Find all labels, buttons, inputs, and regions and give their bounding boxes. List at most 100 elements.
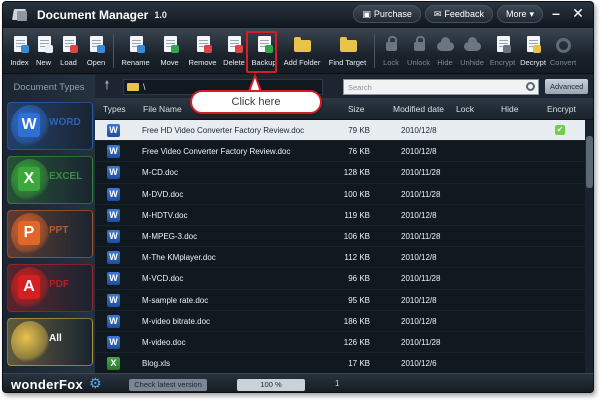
search-input[interactable]: Search	[343, 78, 539, 95]
word-icon: W	[11, 105, 49, 147]
table-row[interactable]: W M-sample rate.doc 95 KB 2010/12/8	[95, 290, 585, 311]
table-row[interactable]: W M-CD.doc 128 KB 2010/11/28	[95, 162, 585, 184]
progress-bar: 100 %	[237, 379, 305, 391]
feedback-label: Feedback	[444, 9, 484, 19]
word-file-icon: W	[107, 208, 120, 222]
backup-button[interactable]: Backup	[246, 28, 280, 73]
index-button[interactable]: Index	[7, 28, 32, 72]
table-row[interactable]: W Free HD Video Converter Factory Review.…	[95, 120, 585, 142]
file-modified-date: 2010/12/6	[401, 359, 437, 369]
table-row[interactable]: W Free Video Converter Factory Review.doc…	[95, 141, 585, 163]
scrollbar-thumb[interactable]	[586, 136, 593, 188]
file-modified-date: 2010/12/8	[401, 253, 437, 263]
lock-button[interactable]: Lock	[378, 28, 404, 72]
ppt-icon: P	[11, 213, 49, 255]
table-row[interactable]: W M-video.doc 126 KB 2010/11/28	[95, 332, 585, 354]
column-modified-date[interactable]: Modified date	[393, 104, 444, 114]
column-lock[interactable]: Lock	[456, 104, 474, 114]
file-modified-date: 2010/11/28	[401, 231, 441, 241]
convert-icon	[554, 35, 572, 55]
add-folder-button[interactable]: Add Folder	[280, 28, 324, 72]
move-button[interactable]: Move	[154, 28, 185, 72]
category-pdf[interactable]: A PDF	[5, 261, 93, 315]
file-name: M-The KMplayer.doc	[142, 253, 216, 263]
file-size: 100 KB	[343, 189, 370, 199]
file-name: Blog.xls	[142, 359, 171, 369]
feedback-icon: ✉	[433, 8, 442, 19]
file-modified-date: 2010/11/28	[401, 337, 441, 347]
unlock-icon	[410, 35, 428, 55]
column-types[interactable]: Types	[103, 104, 126, 114]
file-name: M-HDTV.doc	[142, 210, 188, 220]
word-file-icon: W	[107, 187, 120, 201]
table-row[interactable]: W M-DVD.doc 100 KB 2010/11/28	[95, 184, 585, 205]
category-all[interactable]: All	[5, 315, 93, 369]
check-latest-version-button[interactable]: Check latest version	[129, 379, 207, 391]
decrypt-button[interactable]: Decrypt	[518, 28, 548, 72]
close-button[interactable]: ✕	[569, 5, 587, 23]
status-bar: wonderFox ⚙ Check latest version 100 % 1	[3, 373, 593, 392]
column-file-name[interactable]: File Name	[143, 104, 182, 114]
title-bar[interactable]: Document Manager 1.0 ▣ Purchase ✉ Feedba…	[3, 2, 593, 28]
encrypted-check-icon: ✔	[555, 125, 565, 135]
table-row[interactable]: X Blog.xls 17 KB 2010/12/6	[95, 353, 585, 373]
move-label: Move	[160, 58, 179, 67]
encrypt-button[interactable]: Encrypt	[487, 28, 518, 72]
vertical-scrollbar[interactable]	[585, 120, 593, 373]
word-file-icon: W	[107, 229, 120, 243]
remove-button[interactable]: Remove	[185, 28, 220, 72]
load-button[interactable]: Load	[55, 28, 82, 72]
gear-icon[interactable]: ⚙	[89, 376, 103, 390]
toolbar-separator	[374, 34, 375, 68]
add-folder-label: Add Folder	[283, 58, 321, 67]
click-here-callout: Click here	[190, 90, 322, 114]
rename-icon	[127, 35, 145, 55]
table-row[interactable]: W M-HDTV.doc 119 KB 2010/12/8	[95, 205, 585, 226]
up-arrow-icon[interactable]: 🠕	[95, 76, 119, 97]
minimize-button[interactable]: –	[547, 5, 565, 23]
column-size[interactable]: Size	[348, 104, 365, 114]
open-label: Open	[86, 58, 106, 67]
table-row[interactable]: W M-MPEG-3.doc 106 KB 2010/11/28	[95, 226, 585, 248]
delete-button[interactable]: Delete	[220, 28, 248, 72]
category-word[interactable]: W WORD	[5, 99, 93, 153]
convert-button[interactable]: Convert	[548, 28, 578, 72]
new-button[interactable]: New	[32, 28, 55, 72]
table-row[interactable]: W M-video bitrate.doc 186 KB 2010/12/8	[95, 311, 585, 332]
lock-label: Lock	[383, 58, 399, 67]
open-icon	[87, 35, 105, 55]
file-size: 128 KB	[343, 168, 370, 178]
table-row[interactable]: W M-VCD.doc 96 KB 2010/11/28	[95, 268, 585, 290]
unlock-button[interactable]: Unlock	[404, 28, 433, 72]
all-icon	[11, 321, 49, 363]
category-label: PDF	[49, 279, 69, 290]
word-file-icon: W	[107, 314, 120, 328]
unhide-label: Unhide	[460, 58, 484, 67]
decrypt-label: Decrypt	[520, 58, 546, 67]
column-encrypt[interactable]: Encrypt	[547, 104, 576, 114]
find-target-button[interactable]: Find Target	[324, 28, 371, 72]
feedback-button[interactable]: ✉ Feedback	[424, 5, 493, 23]
toolbar: Index New Load Open Rename Move Remove Delete Ba…	[3, 28, 593, 74]
app-icon	[13, 8, 29, 22]
rename-button[interactable]: Rename	[117, 28, 154, 72]
file-name: Free HD Video Converter Factory Review.d…	[142, 126, 305, 135]
word-file-icon: W	[107, 293, 120, 307]
version-label: 1.0	[154, 10, 167, 20]
file-modified-date: 2010/11/28	[401, 189, 441, 199]
open-button[interactable]: Open	[82, 28, 110, 72]
index-label: Index	[10, 58, 29, 67]
category-excel[interactable]: X EXCEL	[5, 153, 93, 207]
category-label: WORD	[49, 117, 81, 128]
hide-label: Hide	[437, 58, 453, 67]
purchase-button[interactable]: ▣ Purchase	[353, 5, 421, 23]
search-icon[interactable]	[526, 81, 535, 91]
word-file-icon: W	[107, 166, 120, 180]
table-row[interactable]: W M-The KMplayer.doc 112 KB 2010/12/8	[95, 247, 585, 269]
category-ppt[interactable]: P PPT	[5, 207, 93, 261]
hide-button[interactable]: Hide	[433, 28, 457, 72]
advanced-button[interactable]: Advanced	[545, 79, 589, 94]
more-button[interactable]: More ▾	[496, 5, 543, 23]
column-hide[interactable]: Hide	[501, 104, 518, 114]
unhide-button[interactable]: Unhide	[457, 28, 487, 72]
